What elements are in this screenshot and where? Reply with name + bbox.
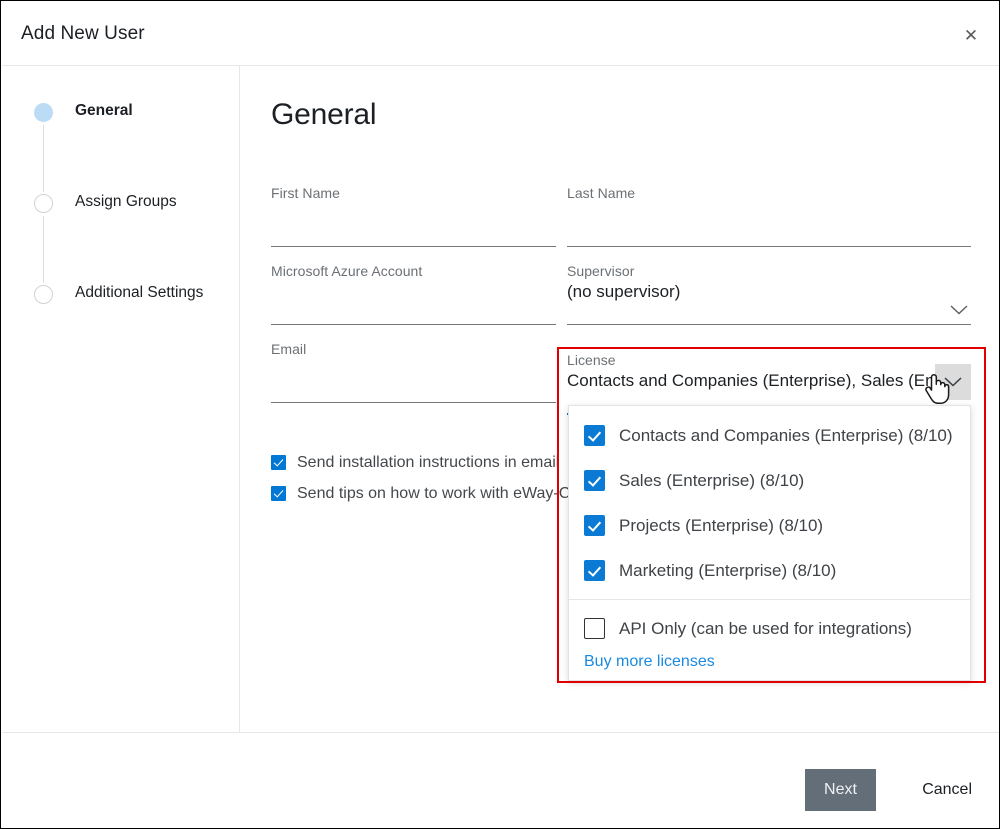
email-input[interactable] [271, 358, 556, 384]
email-options-list: Send installation instructions in email … [271, 447, 595, 509]
option-label: Send tips on how to work with eWay-CRM [297, 484, 596, 502]
dialog-footer: Next Cancel [2, 732, 999, 828]
azure-account-underline [271, 324, 556, 325]
azure-account-label: Microsoft Azure Account [271, 263, 423, 279]
checkbox-icon[interactable] [584, 560, 605, 581]
dialog-title: Add New User [21, 23, 145, 44]
license-value[interactable]: Contacts and Companies (Enterprise), Sal… [567, 369, 971, 395]
license-option-label: Projects (Enterprise) (8/10) [619, 515, 824, 535]
sidebar-step-label: Additional Settings [75, 284, 204, 301]
license-option-contacts-and-companies[interactable]: Contacts and Companies (Enterprise) (8/1… [569, 413, 970, 458]
step-marker-additional-settings [34, 285, 53, 304]
field-first-name: First Name [271, 184, 556, 247]
first-name-input[interactable] [271, 202, 556, 228]
checkbox-icon[interactable] [584, 425, 605, 446]
supervisor-label: Supervisor [567, 263, 635, 279]
azure-account-input[interactable] [271, 280, 556, 306]
step-marker-general [34, 103, 53, 192]
step-list: General Assign Groups Additional Setting… [34, 100, 203, 312]
next-button[interactable]: Next [805, 769, 876, 811]
field-azure-account: Microsoft Azure Account [271, 262, 556, 325]
sidebar-step-additional-settings[interactable]: Additional Settings [34, 282, 203, 312]
sidebar-step-general[interactable]: General [34, 100, 203, 192]
last-name-underline [567, 246, 971, 247]
step-dot-icon [34, 285, 53, 304]
checkbox-icon[interactable] [271, 455, 286, 470]
license-label: License [567, 352, 616, 368]
checkbox-icon[interactable] [584, 618, 605, 639]
field-email: Email [271, 340, 556, 403]
sidebar-step-label: General [75, 102, 133, 119]
checkbox-icon[interactable] [584, 515, 605, 536]
license-option-label: Sales (Enterprise) (8/10) [619, 470, 805, 490]
step-connector-line [43, 216, 44, 283]
license-dropdown-menu: Contacts and Companies (Enterprise) (8/1… [568, 405, 971, 681]
license-option-projects[interactable]: Projects (Enterprise) (8/10) [569, 503, 970, 548]
last-name-input[interactable] [567, 202, 971, 228]
page-title: General [271, 98, 377, 131]
first-name-underline [271, 246, 556, 247]
step-connector-line [43, 125, 44, 192]
option-send-tips[interactable]: Send tips on how to work with eWay-CRM [271, 478, 595, 509]
checkbox-icon[interactable] [271, 486, 286, 501]
option-label: Send installation instructions in email [297, 453, 560, 471]
checkbox-icon[interactable] [584, 470, 605, 491]
field-last-name: Last Name [567, 184, 971, 247]
first-name-label: First Name [271, 185, 340, 201]
step-marker-assign-groups [34, 194, 53, 283]
license-option-marketing[interactable]: Marketing (Enterprise) (8/10) [569, 548, 970, 593]
last-name-label: Last Name [567, 185, 636, 201]
supervisor-underline [567, 324, 971, 325]
license-dropdown-toggle[interactable] [935, 364, 971, 400]
license-option-label: Marketing (Enterprise) (8/10) [619, 560, 837, 580]
license-option-sales[interactable]: Sales (Enterprise) (8/10) [569, 458, 970, 503]
step-dot-icon [34, 103, 53, 122]
wizard-steps-sidebar: General Assign Groups Additional Setting… [2, 66, 240, 732]
email-label: Email [271, 341, 307, 357]
license-option-label: Contacts and Companies (Enterprise) (8/1… [619, 425, 953, 445]
email-underline [271, 402, 556, 403]
add-new-user-dialog: Add New User ✕ General Assign Groups Add… [0, 0, 1000, 829]
license-option-label: API Only (can be used for integrations) [619, 618, 912, 638]
license-option-api-only[interactable]: API Only (can be used for integrations) [569, 606, 970, 651]
sidebar-step-label: Assign Groups [75, 193, 177, 210]
cancel-button[interactable]: Cancel [922, 769, 972, 811]
step-dot-icon [34, 194, 53, 213]
field-supervisor: Supervisor (no supervisor) [567, 262, 971, 325]
buy-more-licenses-link[interactable]: Buy more licenses [569, 651, 715, 671]
supervisor-value[interactable]: (no supervisor) [567, 280, 971, 306]
dropdown-separator [569, 599, 970, 600]
close-icon[interactable]: ✕ [956, 20, 986, 50]
dialog-header: Add New User ✕ [2, 2, 999, 66]
option-send-installation-instructions[interactable]: Send installation instructions in email [271, 447, 595, 478]
sidebar-step-assign-groups[interactable]: Assign Groups [34, 191, 203, 283]
